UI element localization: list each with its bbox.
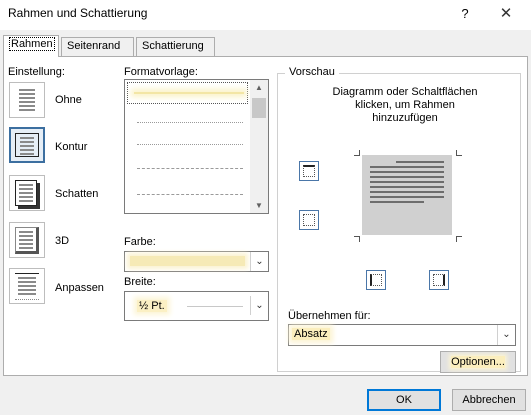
dialog-title: Rahmen und Schattierung — [8, 6, 148, 20]
preset-none-button[interactable] — [9, 82, 45, 118]
corner-mark-icon — [354, 236, 360, 242]
preview-diagram[interactable] — [362, 155, 452, 235]
border-right-button[interactable] — [429, 270, 449, 290]
breite-label: Breite: — [124, 276, 156, 288]
color-swatch — [130, 256, 245, 266]
preset-3d-label[interactable]: 3D — [55, 235, 69, 247]
border-left-icon — [370, 274, 382, 286]
cancel-button[interactable]: Abbrechen — [452, 389, 526, 411]
preview-hint-line: klicken, um Rahmen — [355, 99, 455, 111]
scroll-down-icon[interactable]: ▼ — [250, 201, 268, 210]
border-top-button[interactable] — [299, 161, 319, 181]
preset-none-label[interactable]: Ohne — [55, 94, 82, 106]
tab-label: Seitenrand — [67, 40, 121, 52]
shadow-preset-icon — [15, 180, 37, 206]
width-sample-line — [187, 306, 243, 307]
preset-3d-button[interactable] — [9, 222, 45, 258]
style-option-dotted[interactable] — [137, 122, 243, 123]
border-middle-button[interactable] — [299, 210, 319, 230]
chevron-down-icon[interactable]: ⌄ — [250, 296, 268, 315]
formatvorlage-label: Formatvorlage: — [124, 66, 198, 78]
style-solid-line — [134, 92, 244, 94]
preview-hint-line: Diagramm oder Schaltflächen — [332, 86, 478, 98]
none-preset-icon — [19, 89, 35, 113]
ok-button[interactable]: OK — [367, 389, 441, 411]
preset-shadow-button[interactable] — [9, 175, 45, 211]
border-inside-icon — [303, 214, 315, 226]
farbe-label: Farbe: — [124, 236, 156, 248]
vorschau-label: Vorschau — [285, 66, 339, 78]
preview-text-lines — [370, 161, 444, 206]
box-preset-icon — [15, 133, 39, 157]
border-right-icon — [433, 274, 445, 286]
chevron-down-icon[interactable]: ⌄ — [250, 252, 268, 271]
corner-mark-icon — [456, 150, 462, 156]
close-button[interactable]: ✕ — [485, 2, 527, 26]
preview-hint: Diagramm oder Schaltflächen klicken, um … — [300, 86, 510, 125]
style-option-dashed-small[interactable] — [137, 168, 243, 169]
preset-shadow-label[interactable]: Schatten — [55, 188, 98, 200]
tab-rahmen[interactable]: Rahmen — [3, 35, 59, 57]
einstellung-label: Einstellung: — [8, 66, 65, 78]
3d-preset-icon — [15, 227, 39, 254]
scroll-up-icon[interactable]: ▲ — [250, 83, 268, 92]
tab-label: Rahmen — [9, 37, 55, 51]
preset-box-label[interactable]: Kontur — [55, 141, 87, 153]
tab-schattierung[interactable]: Schattierung — [136, 37, 215, 56]
help-button[interactable]: ? — [455, 4, 475, 24]
border-left-button[interactable] — [366, 270, 386, 290]
preset-box-button[interactable] — [9, 127, 45, 163]
width-value: ½ Pt. — [137, 300, 167, 312]
preset-custom-label[interactable]: Anpassen — [55, 282, 104, 294]
style-option-dotted-2[interactable] — [137, 144, 243, 145]
apply-to-label: Übernehmen für: — [288, 310, 371, 322]
tab-seitenrand[interactable]: Seitenrand — [61, 37, 134, 56]
options-button[interactable]: Optionen... — [440, 351, 516, 373]
style-option-dashed[interactable] — [137, 194, 243, 195]
corner-mark-icon — [354, 150, 360, 156]
custom-preset-icon — [15, 273, 39, 300]
border-top-icon — [303, 165, 315, 177]
options-button-label: Optionen... — [451, 356, 505, 368]
tab-label: Schattierung — [142, 40, 204, 52]
chevron-down-icon[interactable]: ⌄ — [497, 325, 515, 345]
apply-to-value: Absatz — [292, 328, 330, 340]
corner-mark-icon — [456, 236, 462, 242]
scroll-thumb[interactable] — [252, 98, 266, 118]
preview-hint-line: hinzuzufügen — [372, 112, 438, 124]
preset-custom-button[interactable] — [9, 268, 45, 304]
